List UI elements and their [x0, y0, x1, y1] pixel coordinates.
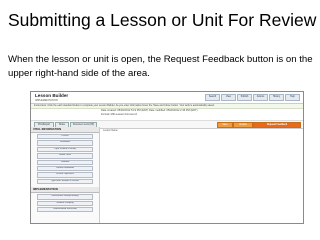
nav-item-textbook[interactable]: Textbook: [37, 159, 93, 165]
app-title: Lesson Builder: [35, 93, 69, 98]
section-nav: VITAL INFORMATION Lesson Standards Topic…: [31, 127, 100, 223]
nav-item-student-grouping[interactable]: Student Grouping: [37, 200, 93, 206]
app-header: Lesson Builder IMPLEMENTATION Search Vie…: [31, 92, 303, 104]
slide-description: When the lesson or unit is open, the Req…: [8, 54, 313, 79]
tab-view[interactable]: View: [221, 94, 236, 101]
vital-information-heading: VITAL INFORMATION: [31, 127, 99, 133]
app-subtitle: IMPLEMENTATION: [35, 99, 58, 102]
lesson-meta: Date created: 05/30/2012 5:19 PM (EDT) D…: [31, 109, 303, 121]
tab-publish[interactable]: Publish: [237, 94, 252, 101]
content-area: Lesson Name: [100, 127, 303, 223]
nav-item-grade-level[interactable]: Grade Level: [37, 153, 93, 159]
nav-item-topic[interactable]: Topic or Area of Study: [37, 146, 93, 153]
nav-item-lesson-objectives[interactable]: Lesson Objectives: [37, 172, 93, 178]
lesson-builder-screenshot: Lesson Builder IMPLEMENTATION Search Vie…: [30, 91, 304, 224]
slide-title: Submitting a Lesson or Unit For Review: [8, 10, 317, 30]
nav-item-instructional-groups[interactable]: Instructional Groups/Setting: [37, 194, 93, 200]
nav-item-differentiated-instruction[interactable]: Differentiated Instruction: [37, 206, 93, 213]
tab-actions[interactable]: Actions: [253, 94, 268, 101]
lesson-name-label: Lesson Name: [103, 129, 118, 132]
tab-search[interactable]: Search: [205, 94, 220, 101]
tab-help[interactable]: Help: [285, 94, 300, 101]
nav-item-type-location[interactable]: Type and Location of Lesson: [37, 178, 93, 185]
nav-item-lesson[interactable]: Lesson: [37, 134, 93, 140]
app-tabs: Search View Publish Actions History Help: [205, 94, 300, 101]
nav-item-content-standards[interactable]: Content Standards: [37, 165, 93, 172]
format-info: Format: Milo Lesson Format v2: [101, 113, 137, 116]
nav-item-standards[interactable]: Standards: [37, 140, 93, 146]
tab-history[interactable]: History: [269, 94, 284, 101]
implementation-heading: IMPLEMENTATION: [31, 187, 99, 194]
